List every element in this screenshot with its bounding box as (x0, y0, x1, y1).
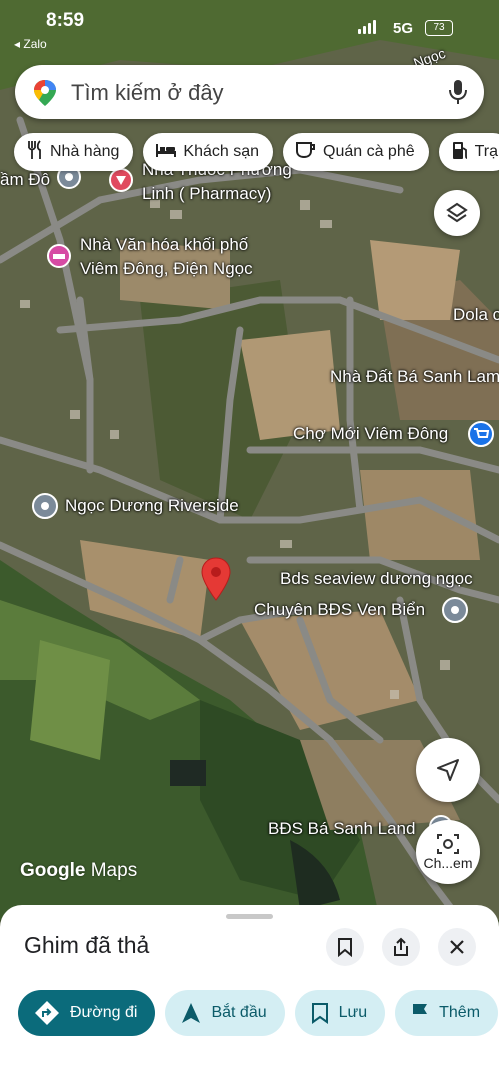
place-bottom-sheet[interactable]: Ghim đã thả Đường đi Bắt đầu Lưu Thêm (0, 905, 499, 1080)
google-maps-watermark: Google Maps (20, 860, 137, 882)
sheet-title: Ghim đã thả (24, 932, 150, 958)
bookmark-icon (338, 938, 352, 957)
chip-label: Khách sạn (183, 143, 259, 160)
chip-label: Nhà hàng (50, 143, 120, 160)
maps-wordmark: Maps (90, 860, 138, 881)
poi-pin-icon (32, 493, 58, 519)
bookmark-icon (311, 1003, 328, 1024)
camera-lens-icon (437, 834, 459, 854)
drag-handle[interactable] (226, 914, 273, 919)
map-label-cultural-2: Viêm Đông, Điện Ngọc (80, 259, 253, 278)
microphone-icon[interactable] (448, 79, 468, 110)
map-label-lam-do: ầm Đô (0, 170, 51, 189)
status-time: 8:59 (46, 10, 85, 31)
network-type: 5G (393, 20, 414, 37)
start-label: Bắt đầu (211, 1004, 267, 1021)
chip-coffee[interactable]: Quán cà phê (283, 133, 429, 171)
map-label-riverside: Ngọc Dương Riverside (65, 496, 239, 515)
map-label-pharmacy-2: Linh ( Pharmacy) (142, 184, 272, 203)
bed-poi-icon (47, 244, 71, 268)
map-label-seaview: Bds seaview dương ngọc (280, 569, 473, 588)
add-button[interactable]: Thêm (395, 990, 499, 1036)
poi-marker-pharmacy[interactable] (108, 167, 134, 198)
save-button[interactable]: Lưu (294, 990, 386, 1036)
map-label-dola: Dola c (453, 305, 499, 324)
add-label: Thêm (439, 1004, 481, 1021)
poi-marker-market[interactable] (467, 420, 495, 453)
bed-icon (155, 142, 177, 163)
directions-icon (35, 1001, 59, 1025)
dropped-pin[interactable] (200, 556, 232, 607)
chip-restaurants[interactable]: Nhà hàng (14, 133, 134, 171)
directions-button[interactable]: Đường đi (18, 990, 156, 1036)
chip-hotels[interactable]: Khách sạn (143, 133, 273, 171)
poi-marker-coastal[interactable] (441, 596, 469, 629)
flag-icon (413, 1004, 428, 1023)
start-button[interactable]: Bắt đầu (165, 990, 285, 1036)
fork-knife-icon (26, 139, 44, 165)
navigation-icon (182, 1003, 201, 1023)
lens-label: Ch...em (423, 855, 473, 871)
directions-label: Đường đi (70, 1004, 138, 1021)
action-buttons: Đường đi Bắt đầu Lưu Thêm (18, 990, 499, 1036)
back-to-app[interactable]: ◂ Zalo (14, 37, 47, 51)
layers-icon (446, 202, 468, 223)
poi-marker-riverside[interactable] (31, 492, 59, 525)
gas-pump-icon (451, 140, 469, 165)
map-label-cultural-1: Nhà Văn hóa khối phố (80, 235, 249, 254)
coffee-cup-icon (295, 141, 317, 164)
close-button[interactable] (438, 928, 476, 966)
map-label-land-office: Nhà Đất Bá Sanh Lam (330, 367, 499, 386)
lens-button[interactable]: Ch...em (416, 820, 480, 884)
share-icon (394, 937, 408, 956)
shopping-cart-icon (468, 421, 494, 447)
map-label-market: Chợ Mới Viêm Đông (293, 424, 449, 443)
poi-pin-icon (442, 597, 468, 623)
battery-icon: 73 (425, 20, 453, 36)
search-bar[interactable]: Tìm kiếm ở đây (15, 65, 484, 119)
chip-label: Quán cà phê (323, 143, 415, 160)
save-icon-button[interactable] (326, 928, 364, 966)
navigation-arrow-icon (437, 759, 459, 781)
layers-button[interactable] (434, 190, 480, 236)
poi-marker-cultural-house[interactable] (46, 243, 72, 274)
chip-gas[interactable]: Trạ (438, 133, 499, 171)
search-input[interactable]: Tìm kiếm ở đây (71, 80, 224, 106)
share-button[interactable] (382, 928, 420, 966)
category-chips: Nhà hàng Khách sạn Quán cà phê Trạ (14, 133, 499, 171)
my-location-button[interactable] (416, 738, 480, 802)
save-label: Lưu (338, 1004, 368, 1021)
close-icon (450, 940, 464, 954)
google-wordmark: Google (20, 860, 86, 881)
map-label-coastal: Chuyên BĐS Ven Biển (254, 600, 426, 619)
signal-icon (358, 20, 376, 34)
google-maps-pin-icon (33, 79, 57, 112)
status-bar: 8:59 ◂ Zalo 5G 73 (0, 0, 499, 56)
red-pin-icon (201, 557, 231, 601)
map-label-ba-sanh: BĐS Bá Sanh Land (268, 819, 416, 838)
chip-label: Trạ (474, 143, 499, 160)
